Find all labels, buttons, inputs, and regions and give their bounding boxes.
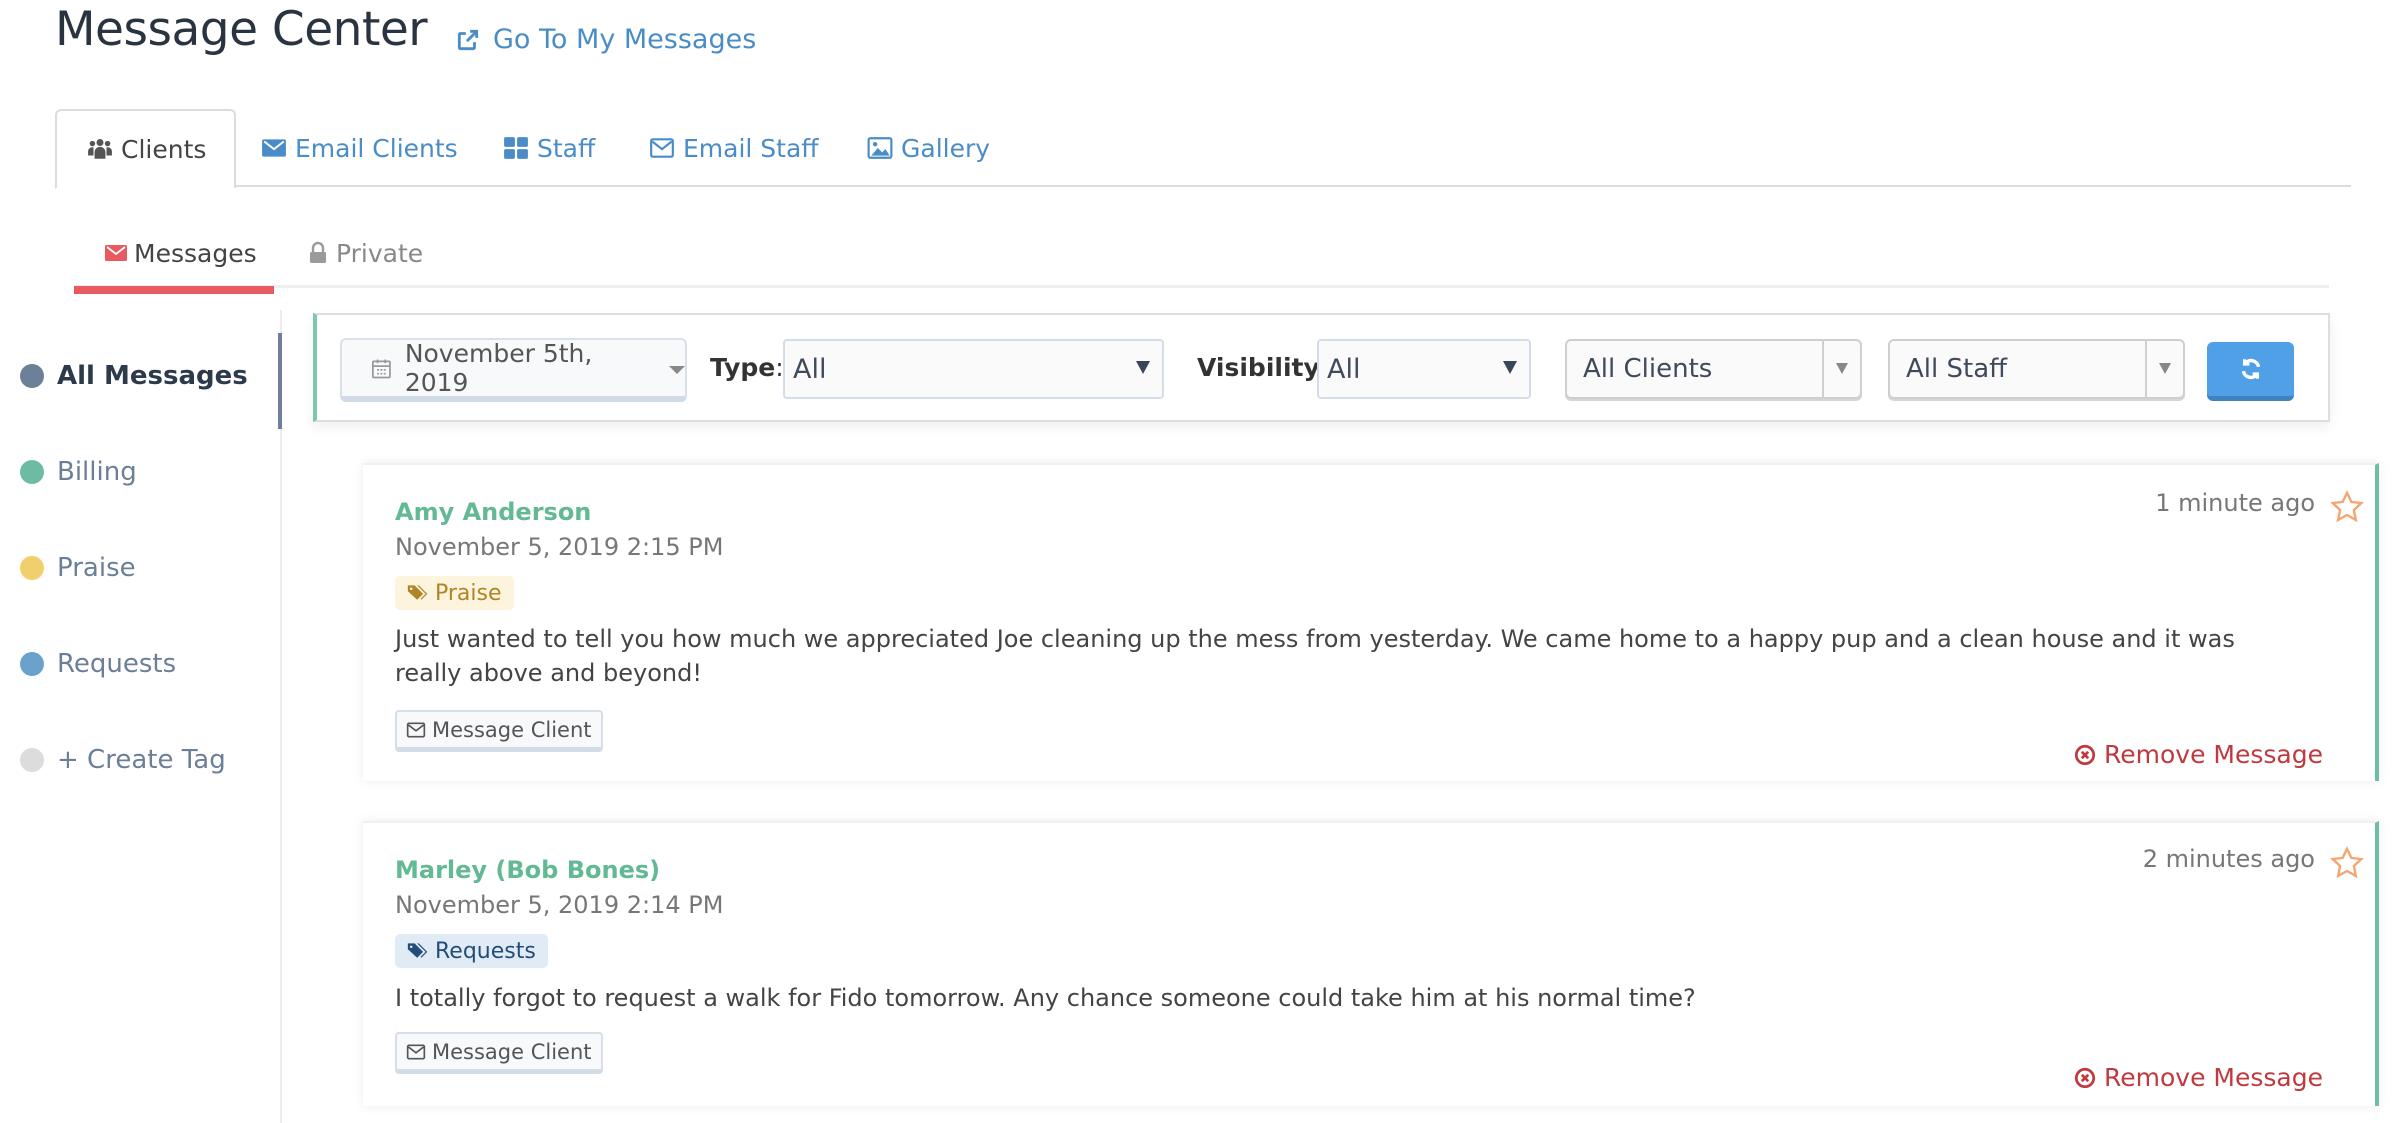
envelope-outline-icon xyxy=(650,138,674,158)
dropdown-arrow-icon xyxy=(1503,361,1517,374)
subtab-messages-label: Messages xyxy=(134,238,257,268)
message-client-button[interactable]: Message Client xyxy=(395,710,603,752)
tab-email-clients[interactable]: Email Clients xyxy=(261,109,458,187)
page-title: Message Center xyxy=(55,2,428,57)
tag-color-dot xyxy=(20,364,44,388)
type-select-value: All xyxy=(793,353,827,385)
message-time-ago: 2 minutes ago xyxy=(2142,845,2315,873)
dropdown-arrow-icon xyxy=(2159,363,2171,374)
tab-email-staff-label: Email Staff xyxy=(683,133,819,163)
tab-email-staff[interactable]: Email Staff xyxy=(649,109,819,187)
message-body: I totally forgot to request a walk for F… xyxy=(395,984,1696,1012)
tag-color-dot xyxy=(20,652,44,676)
message-tag-label: Requests xyxy=(435,938,536,964)
star-icon[interactable] xyxy=(2329,489,2365,525)
chevron-down-icon xyxy=(669,366,685,374)
visibility-select[interactable]: All xyxy=(1317,339,1531,399)
filter-bar: November 5th, 2019 Type: All Visibility:… xyxy=(313,313,2330,422)
tag-color-dot xyxy=(20,556,44,580)
tag-color-dot xyxy=(20,748,44,772)
message-tag-label: Praise xyxy=(435,580,502,606)
subtab-messages[interactable]: Messages xyxy=(74,218,274,294)
star-icon[interactable] xyxy=(2329,845,2365,881)
tag-sidebar: All Messages Billing Praise Requests + C… xyxy=(0,310,282,1123)
message-sender[interactable]: Amy Anderson xyxy=(395,498,591,526)
lock-icon xyxy=(310,241,326,263)
remove-circle-icon xyxy=(2074,744,2096,765)
message-body: Just wanted to tell you how much we appr… xyxy=(395,625,2235,687)
date-value: November 5th, 2019 xyxy=(404,339,593,397)
sidebar-item-label: + Create Tag xyxy=(57,745,226,775)
remove-message-button[interactable]: Remove Message xyxy=(2074,1063,2323,1092)
refresh-icon xyxy=(2241,358,2260,380)
type-select[interactable]: All xyxy=(783,339,1164,399)
tab-staff-label: Staff xyxy=(537,133,596,163)
message-time-ago: 1 minute ago xyxy=(2155,489,2315,517)
grid-icon xyxy=(504,137,528,159)
sidebar-item-label: Praise xyxy=(57,553,136,583)
sidebar-item-label: Billing xyxy=(57,457,137,487)
select-divider xyxy=(1822,341,1824,397)
clients-select-value: All Clients xyxy=(1583,354,1713,384)
tag-color-dot xyxy=(20,460,44,484)
envelope-icon xyxy=(262,139,286,157)
tab-gallery[interactable]: Gallery xyxy=(867,109,990,187)
dropdown-arrow-icon xyxy=(1136,361,1150,374)
staff-select-value: All Staff xyxy=(1906,354,2008,384)
go-to-my-messages-link[interactable]: Go To My Messages xyxy=(455,24,756,55)
remove-message-label: Remove Message xyxy=(2104,1063,2323,1092)
image-icon xyxy=(867,137,893,159)
visibility-label: Visibility: xyxy=(1197,353,1330,382)
staff-select[interactable]: All Staff xyxy=(1888,339,2185,399)
main-tabs: Clients Email Clients Staff Email Staff … xyxy=(55,109,2351,189)
sidebar-item-all-messages[interactable]: All Messages xyxy=(20,361,248,391)
message-sender[interactable]: Marley (Bob Bones) xyxy=(395,856,660,884)
message-date: November 5, 2019 2:14 PM xyxy=(395,891,724,919)
message-card: Amy Anderson November 5, 2019 2:15 PM Pr… xyxy=(363,463,2379,781)
remove-message-button[interactable]: Remove Message xyxy=(2074,740,2323,769)
go-to-my-messages-label: Go To My Messages xyxy=(493,24,757,55)
subtab-private[interactable]: Private xyxy=(306,218,423,288)
message-client-label: Message Client xyxy=(432,717,592,742)
subtab-private-label: Private xyxy=(336,238,424,268)
sub-tabs: Messages Private xyxy=(74,218,2329,294)
envelope-outline-icon xyxy=(406,1044,426,1059)
message-tag: Requests xyxy=(395,934,548,968)
message-date: November 5, 2019 2:15 PM xyxy=(395,533,724,561)
calendar-icon xyxy=(371,359,391,379)
tab-clients[interactable]: Clients xyxy=(55,109,237,189)
date-picker-button[interactable]: November 5th, 2019 xyxy=(340,338,687,402)
sidebar-item-create-tag[interactable]: + Create Tag xyxy=(20,745,226,775)
message-card: Marley (Bob Bones) November 5, 2019 2:14… xyxy=(363,821,2379,1106)
users-icon xyxy=(88,139,112,159)
sidebar-item-billing[interactable]: Billing xyxy=(20,457,137,487)
envelope-outline-icon xyxy=(406,722,426,737)
dropdown-arrow-icon xyxy=(1836,363,1848,374)
visibility-select-value: All xyxy=(1327,353,1361,385)
external-link-icon xyxy=(457,29,479,50)
sidebar-item-praise[interactable]: Praise xyxy=(20,553,136,583)
tab-staff[interactable]: Staff xyxy=(503,109,595,187)
message-client-button[interactable]: Message Client xyxy=(395,1032,603,1074)
message-tag: Praise xyxy=(395,576,514,610)
envelope-icon xyxy=(105,245,127,261)
tags-icon xyxy=(407,585,428,600)
tab-clients-label: Clients xyxy=(121,134,207,164)
sidebar-item-requests[interactable]: Requests xyxy=(20,649,176,679)
refresh-button[interactable] xyxy=(2207,342,2294,401)
clients-select[interactable]: All Clients xyxy=(1565,339,1862,399)
tags-icon xyxy=(407,943,428,958)
tab-email-clients-label: Email Clients xyxy=(295,133,458,163)
tab-gallery-label: Gallery xyxy=(901,133,991,163)
type-label: Type: xyxy=(710,353,784,382)
sidebar-active-indicator xyxy=(278,333,282,429)
sidebar-item-label: All Messages xyxy=(57,361,248,391)
remove-message-label: Remove Message xyxy=(2104,740,2323,769)
remove-circle-icon xyxy=(2074,1067,2096,1088)
sidebar-item-label: Requests xyxy=(57,649,177,679)
message-client-label: Message Client xyxy=(432,1039,592,1064)
select-divider xyxy=(2145,341,2147,397)
